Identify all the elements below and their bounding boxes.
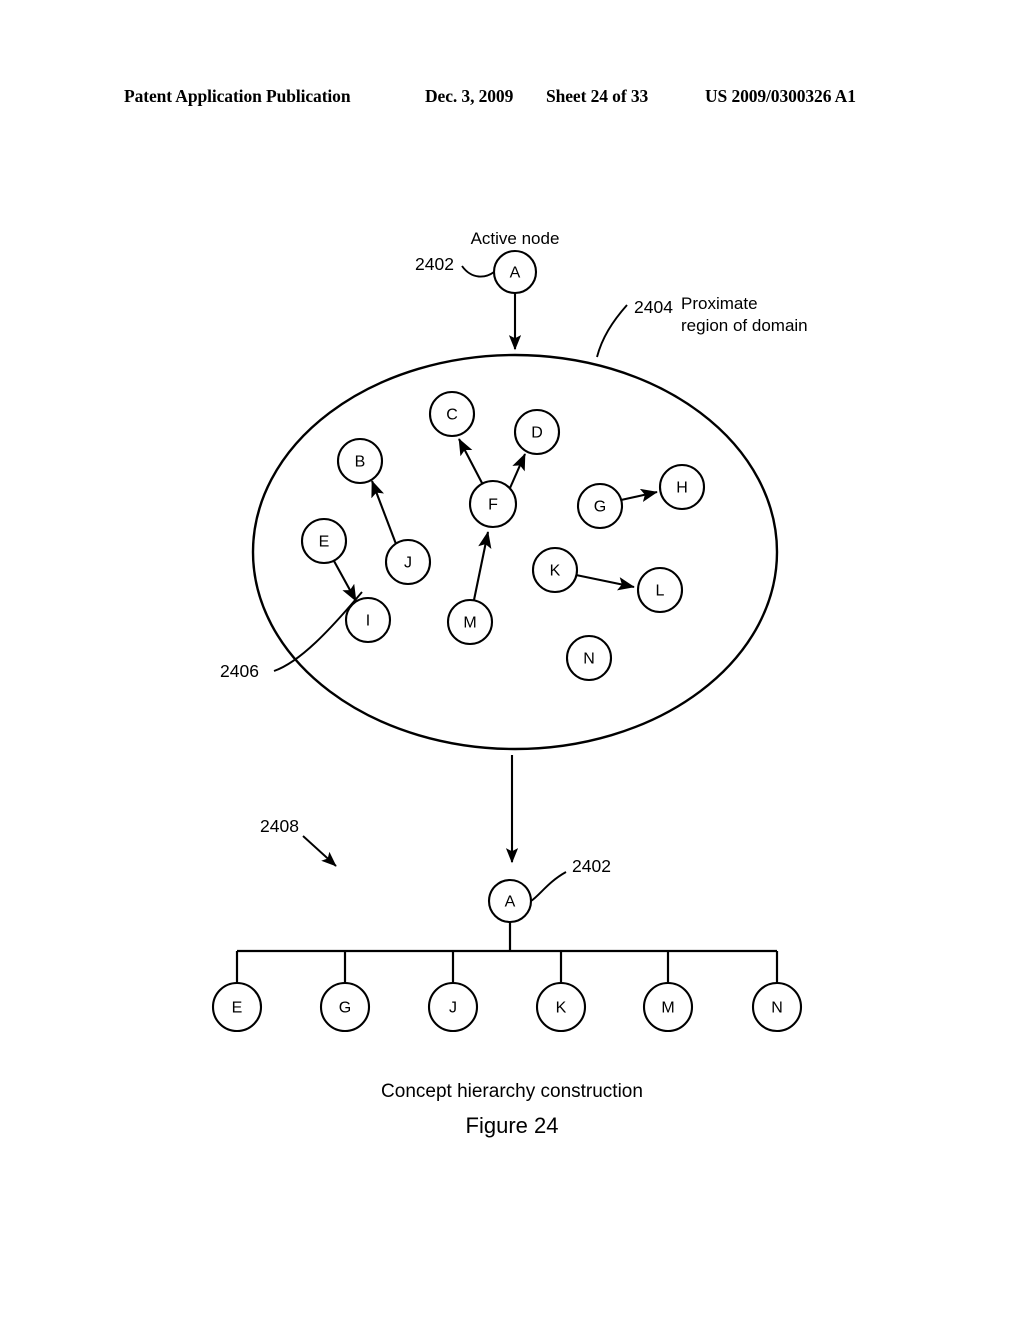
graph-node-g: G [576, 482, 624, 530]
edge-e-to-i [333, 560, 357, 602]
graph-node-label: H [676, 480, 688, 497]
ref-2406: 2406 [220, 661, 259, 681]
hierarchy-root-group: 2402 A [487, 856, 611, 924]
hierarchy-leaf-j: J [427, 981, 479, 1033]
ref-2402-top: 2402 [415, 254, 454, 274]
graph-node-j: J [384, 538, 432, 586]
patent-page: Patent Application Publication Dec. 3, 2… [0, 0, 1024, 1320]
graph-node-label: N [583, 651, 595, 668]
ref-2408-leader [302, 835, 337, 867]
edge-m-to-f [472, 531, 492, 601]
edge-f-to-d [509, 453, 526, 489]
graph-node-label: M [463, 615, 476, 632]
graph-node-l: L [636, 566, 684, 614]
proximate-region-label-line1: Proximate [681, 294, 758, 313]
graph-node-label: D [531, 425, 543, 442]
hierarchy-leaf-label: M [661, 1000, 674, 1017]
hierarchy-leaf-label: G [339, 1000, 351, 1017]
graph-node-label: L [656, 583, 665, 600]
graph-node-label: B [355, 454, 366, 471]
figure-caption: Concept hierarchy construction [381, 1081, 643, 1102]
active-node-label: Active node [471, 229, 560, 248]
hierarchy-leaf-label: J [449, 1000, 457, 1017]
hierarchy-leaf-label: E [232, 1000, 243, 1017]
graph-node-h: H [658, 463, 706, 511]
hierarchy-leaf-k: K [535, 981, 587, 1033]
graph-node-b: B [336, 437, 384, 485]
graph-node-label: J [404, 555, 412, 572]
node-a-top-label: A [510, 265, 521, 282]
node-a-root-label: A [505, 894, 516, 911]
graph-node-label: G [594, 499, 606, 516]
edge-f-to-c [458, 438, 483, 484]
ref-2404-leader [596, 304, 628, 358]
proximate-region-group: 2404 Proximate region of domain 2406 [220, 294, 808, 751]
graph-node-i: I [344, 596, 392, 644]
graph-node-f: F [468, 479, 518, 529]
ref-2408-group: 2408 [260, 816, 337, 867]
ref-2402-root: 2402 [572, 856, 611, 876]
graph-node-label: I [366, 613, 370, 630]
graph-node-k: K [531, 546, 579, 594]
ref-2408: 2408 [260, 816, 299, 836]
graph-nodes: B C D E F G H I J K L M N [300, 390, 706, 682]
figure-24-drawing: Active node 2402 A 2404 Proximate region… [211, 229, 808, 1138]
edge-k-to-l [575, 573, 635, 591]
hierarchy-leaf-m: M [642, 981, 694, 1033]
graph-node-n: N [565, 634, 613, 682]
ref-2402-root-leader [530, 871, 567, 902]
hierarchy-leaf-g: G [319, 981, 371, 1033]
edge-j-to-b [371, 480, 397, 545]
graph-node-label: K [550, 563, 561, 580]
hierarchy-leaf-e: E [211, 981, 263, 1033]
ref-2402-top-leader [461, 265, 495, 278]
graph-node-c: C [428, 390, 476, 438]
graph-node-e: E [300, 517, 348, 565]
active-node-group: Active node 2402 A [415, 229, 560, 351]
figure-title: Figure 24 [466, 1113, 559, 1138]
graph-node-d: D [513, 408, 561, 456]
hierarchy-leaf-label: K [556, 1000, 567, 1017]
graph-node-label: C [446, 407, 458, 424]
graph-node-m: M [446, 598, 494, 646]
hierarchy-tree: EGJKMN [211, 922, 803, 1033]
hierarchy-leaf-label: N [771, 1000, 783, 1017]
hierarchy-leaf-n: N [751, 981, 803, 1033]
graph-node-label: F [488, 497, 498, 514]
ref-2404: 2404 [634, 297, 673, 317]
proximate-region-label-line2: region of domain [681, 316, 808, 335]
edge-g-to-h [620, 488, 658, 503]
graph-node-label: E [319, 534, 330, 551]
